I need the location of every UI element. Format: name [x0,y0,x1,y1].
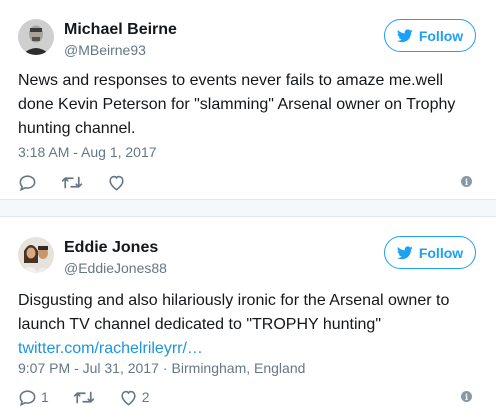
retweet-button[interactable] [73,388,95,407]
tweet-timestamp[interactable]: 3:18 AM - Aug 1, 2017 [18,144,157,160]
follow-label: Follow [418,244,464,261]
tweet-meta: 9:07 PM - Jul 31, 2017 · Birmingham, Engla… [18,360,305,376]
heart-icon [109,175,124,191]
tweet-link[interactable]: twitter.com/rachelrileyrr/… [18,337,480,361]
tweet-text: News and responses to events never fails… [18,69,480,141]
reply-icon [19,174,36,191]
tweet-timestamp[interactable]: 9:07 PM - Jul 31, 2017 [18,360,159,376]
tweet-text-line: Disgusting and also hilariously ironic f… [18,292,450,309]
reply-count: 1 [41,389,49,405]
like-button[interactable] [107,173,126,192]
retweet-icon [61,176,83,188]
author-name[interactable]: Michael Beirne [64,21,177,39]
tweet-text-line: done Kevin Peterson for "slamming" Arsen… [18,96,456,113]
tweet-text: Disgusting and also hilariously ironic f… [18,289,480,361]
follow-label: Follow [418,27,464,44]
follow-button[interactable]: Follow [384,19,476,52]
twitter-bird-icon [396,28,413,42]
heart-icon [121,390,136,406]
tweet-card: Michael Beirne @MBeirne93 Follow News an… [0,0,496,200]
tweet-location[interactable]: Birmingham, England [172,360,306,376]
reply-icon [19,389,36,406]
author-name[interactable]: Eddie Jones [64,239,158,257]
follow-button[interactable]: Follow [384,236,476,269]
retweet-button[interactable] [61,173,83,192]
tweet-text-line: News and responses to events never fails… [18,72,444,89]
tweet-card: Eddie Jones @EddieJones88 Follow Disgust… [0,218,496,420]
info-icon[interactable]: i [461,176,472,187]
tweet-text-line: hunting channel. [18,120,136,137]
tweet-separator [0,200,496,217]
tweet-actions: 1 2 [18,385,174,409]
reply-button[interactable] [18,173,37,192]
tweet-text-line: launch TV channel dedicated to "TROPHY h… [18,316,381,333]
twitter-bird-icon [396,245,413,259]
author-handle[interactable]: @EddieJones88 [64,260,167,276]
avatar[interactable] [18,19,54,55]
meta-separator: · [162,360,168,376]
author-handle[interactable]: @MBeirne93 [64,42,146,58]
avatar[interactable] [18,237,54,273]
tweet-meta: 3:18 AM - Aug 1, 2017 [18,144,157,160]
retweet-icon [73,391,94,403]
like-count: 2 [141,389,150,405]
tweet-actions [18,170,150,194]
like-button[interactable]: 2 [119,388,150,407]
reply-button[interactable]: 1 [18,388,49,407]
info-icon[interactable]: i [461,391,472,402]
